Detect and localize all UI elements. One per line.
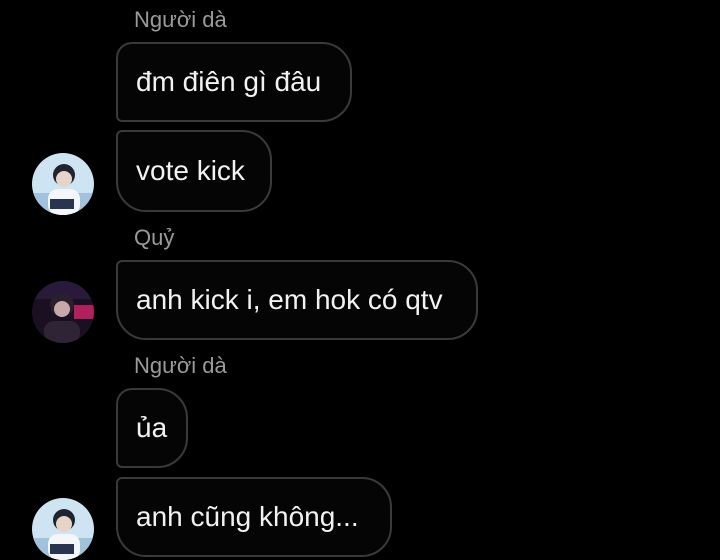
message-bubble[interactable]: anh kick i, em hok có qtv bbox=[116, 260, 478, 340]
message-bubble[interactable]: vote kick bbox=[116, 130, 272, 212]
avatar[interactable] bbox=[32, 153, 94, 215]
message-text: ủa bbox=[136, 412, 168, 443]
person-photo-icon bbox=[32, 281, 94, 343]
message-text: đm điên gì đâu bbox=[136, 66, 322, 97]
message-bubble[interactable]: ủa bbox=[116, 388, 188, 468]
message-bubble[interactable]: anh cũng không... bbox=[116, 477, 392, 557]
avatar[interactable] bbox=[32, 498, 94, 560]
message-text: anh kick i, em hok có qtv bbox=[136, 284, 443, 315]
avatar[interactable] bbox=[32, 281, 94, 343]
message-text: anh cũng không... bbox=[136, 501, 359, 532]
person-photo-icon bbox=[32, 153, 94, 215]
message-bubble[interactable]: đm điên gì đâu bbox=[116, 42, 352, 122]
sender-name: Quỷ bbox=[134, 225, 175, 250]
message-text: vote kick bbox=[136, 155, 245, 186]
person-photo-icon bbox=[32, 498, 94, 560]
sender-name: Người dà bbox=[134, 7, 227, 32]
sender-name: Người dà bbox=[134, 353, 227, 378]
